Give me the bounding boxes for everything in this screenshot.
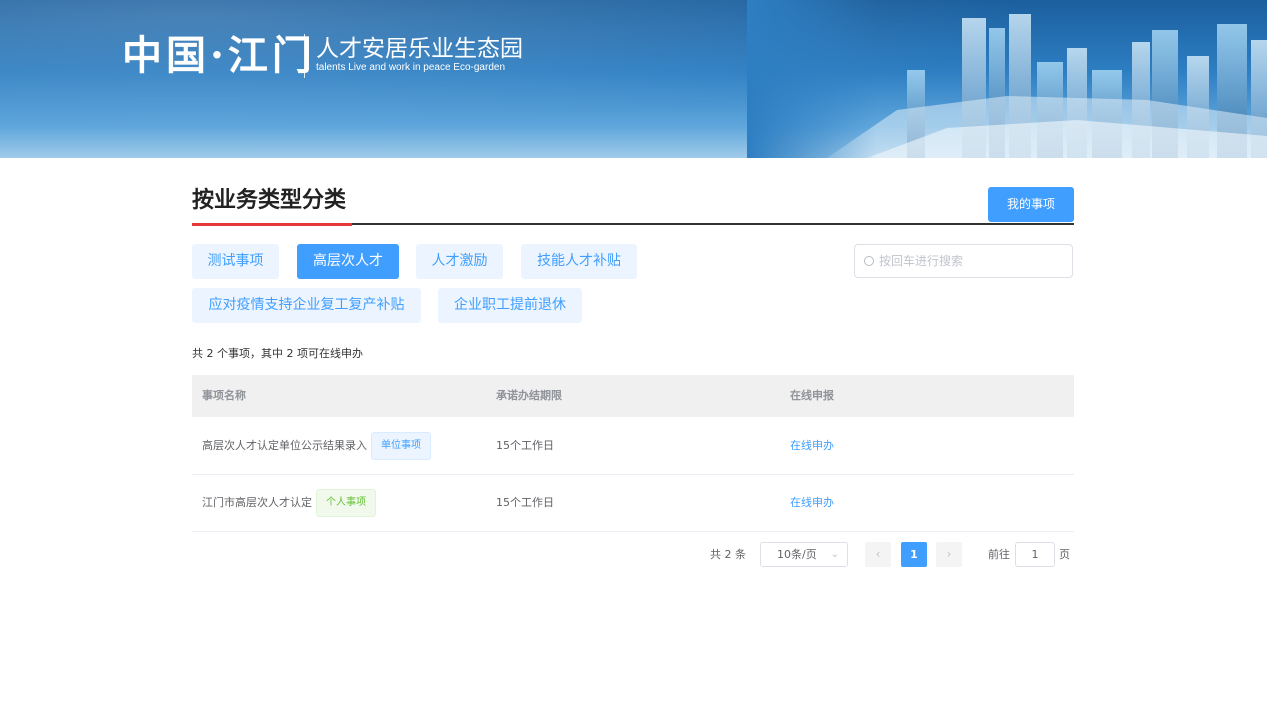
table-header: 事项名称 承诺办结期限 在线申报 xyxy=(192,375,1074,417)
item-deadline: 15个工作日 xyxy=(496,439,554,452)
page-size-value: 10条/页 xyxy=(777,548,817,561)
item-name-cell: 江门市高层次人才认定 个人事项 xyxy=(202,474,376,531)
goto-page-input[interactable] xyxy=(1015,542,1055,567)
chevron-down-icon: ⌄ xyxy=(830,549,839,560)
category-tab-skill-subsidy[interactable]: 技能人才补贴 xyxy=(521,244,637,279)
page-suffix-label: 页 xyxy=(1059,548,1070,561)
site-subtitle: talents Live and work in peace Eco-garde… xyxy=(316,62,506,73)
header-banner: 中国·江门 人才安居乐业生态园 talents Live and work in… xyxy=(0,0,1267,158)
site-logo: 中国·江门 xyxy=(122,32,316,79)
prev-page-button[interactable]: ‹ xyxy=(865,542,891,567)
online-apply-link[interactable]: 在线申办 xyxy=(790,417,834,474)
item-type-tag: 单位事项 xyxy=(371,432,431,460)
item-name: 高层次人才认定单位公示结果录入 xyxy=(202,439,367,452)
page-number-current[interactable]: 1 xyxy=(901,542,927,567)
my-items-button[interactable]: 我的事项 xyxy=(988,187,1074,222)
item-name-cell: 高层次人才认定单位公示结果录入 单位事项 xyxy=(202,417,431,474)
heading-accent-bar xyxy=(192,223,352,226)
item-deadline: 15个工作日 xyxy=(496,496,554,509)
item-type-tag: 个人事项 xyxy=(316,489,376,517)
chevron-left-icon: ‹ xyxy=(875,547,881,561)
category-tab-epidemic-subsidy[interactable]: 应对疫情支持企业复工复产补贴 xyxy=(192,288,421,323)
category-tab-test[interactable]: 测试事项 xyxy=(192,244,279,279)
site-title: 人才安居乐业生态园 xyxy=(316,36,523,62)
column-header-deadline: 承诺办结期限 xyxy=(496,389,562,402)
pagination-total: 共 2 条 xyxy=(710,548,746,561)
column-header-name: 事项名称 xyxy=(202,389,246,402)
column-header-online-apply: 在线申报 xyxy=(790,389,834,402)
page-size-select[interactable]: 10条/页 ⌄ xyxy=(760,542,848,567)
city-skyline-image xyxy=(747,0,1267,158)
search-input[interactable] xyxy=(879,245,1067,277)
next-page-button[interactable]: › xyxy=(936,542,962,567)
result-summary: 共 2 个事项，其中 2 项可在线申办 xyxy=(192,347,363,360)
table-row: 江门市高层次人才认定 个人事项 15个工作日 在线申办 xyxy=(192,474,1074,532)
table-row: 高层次人才认定单位公示结果录入 单位事项 15个工作日 在线申办 xyxy=(192,417,1074,475)
search-box xyxy=(854,244,1073,278)
category-tab-early-retirement[interactable]: 企业职工提前退休 xyxy=(438,288,582,323)
category-tab-high-level-talent[interactable]: 高层次人才 xyxy=(297,244,399,279)
online-apply-link[interactable]: 在线申办 xyxy=(790,474,834,531)
section-heading: 按业务类型分类 xyxy=(192,188,347,213)
category-tab-talent-incentive[interactable]: 人才激励 xyxy=(416,244,503,279)
item-name: 江门市高层次人才认定 xyxy=(202,496,312,509)
chevron-right-icon: › xyxy=(946,547,952,561)
goto-label: 前往 xyxy=(988,548,1010,561)
logo-divider xyxy=(304,34,305,78)
search-icon xyxy=(864,256,874,266)
